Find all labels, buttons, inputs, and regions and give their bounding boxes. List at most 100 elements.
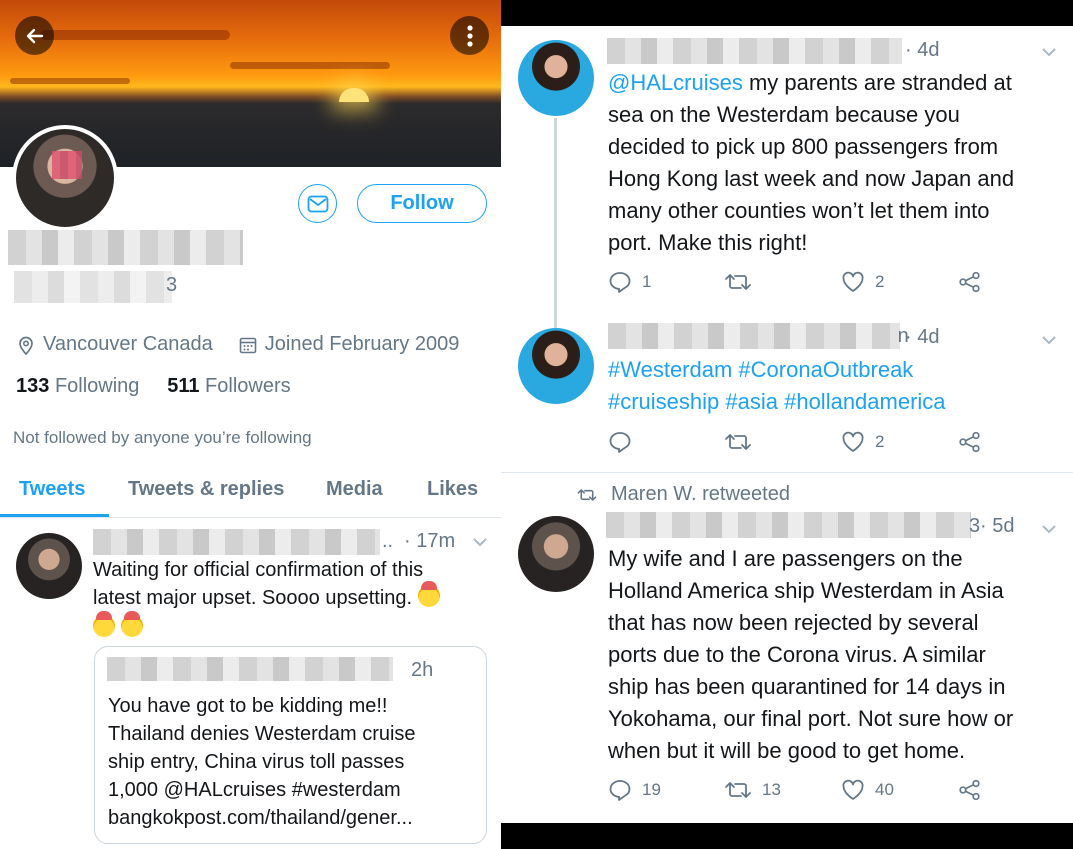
share-button[interactable] xyxy=(958,271,982,293)
chevron-down-icon[interactable] xyxy=(472,536,488,548)
handle-tail: 3 xyxy=(166,274,178,296)
tweet-author-redacted xyxy=(93,529,380,555)
tweet-line: latest major upset. Soooo upsetting. xyxy=(93,587,413,609)
calendar-icon xyxy=(239,337,257,353)
tweet-line: when but it will be good to get home. xyxy=(608,738,966,763)
follow-button[interactable]: Follow xyxy=(357,184,487,223)
share-button[interactable] xyxy=(958,431,982,453)
more-options-button[interactable] xyxy=(450,16,489,55)
tab-likes[interactable]: Likes xyxy=(427,478,478,501)
chevron-down-icon[interactable] xyxy=(1041,334,1057,346)
back-arrow-icon xyxy=(26,28,43,43)
share-button[interactable] xyxy=(958,779,982,801)
joined-text: Joined February 2009 xyxy=(264,333,460,355)
retweet-button[interactable] xyxy=(724,431,762,453)
exploding-head-emoji xyxy=(120,611,143,637)
retweet-header: Maren W. retweeted xyxy=(577,483,790,506)
mention-link[interactable]: @HALcruises xyxy=(608,70,743,95)
tweet-line: my parents are stranded at xyxy=(742,70,1012,95)
location-text: Vancouver Canada xyxy=(43,333,213,355)
tweet-author-redacted xyxy=(606,512,971,538)
reply-button[interactable]: 19 xyxy=(608,779,661,801)
reply-icon xyxy=(609,780,631,801)
share-icon xyxy=(959,271,980,293)
like-count: 40 xyxy=(875,780,894,799)
profile-tabs: Tweets Tweets & replies Media Likes xyxy=(0,470,501,518)
tweet-actions: 2 xyxy=(608,431,988,459)
thread-panel: · 4d @HALcruises my parents are stranded… xyxy=(501,26,1073,823)
tweet-divider xyxy=(501,472,1073,473)
tweet-line: that has now been rejected by several xyxy=(608,610,979,635)
mail-icon xyxy=(307,195,328,212)
quoted-line: 1,000 @HALcruises #westerdam xyxy=(108,779,401,801)
tweet-time: · 4d xyxy=(905,326,940,348)
hashtag-line[interactable]: #cruiseship #asia #hollandamerica xyxy=(608,386,1068,418)
tweet-text: @HALcruises my parents are stranded at s… xyxy=(608,67,1068,259)
retweet-icon xyxy=(577,488,597,501)
chevron-down-icon[interactable] xyxy=(1041,46,1057,58)
tweet-avatar[interactable] xyxy=(16,533,82,599)
back-button[interactable] xyxy=(15,16,54,55)
reply-icon xyxy=(609,272,631,293)
followers-link[interactable]: 511 Followers xyxy=(167,375,290,397)
tweet-avatar[interactable] xyxy=(518,328,594,404)
active-tab-indicator xyxy=(0,514,109,517)
tweet-text: Waiting for official confirmation of thi… xyxy=(93,556,488,642)
hashtags-text[interactable]: #Westerdam #CoronaOutbreak #cruiseship #… xyxy=(608,354,1068,418)
tweet-line: My wife and I are passengers on the xyxy=(608,546,963,571)
following-link[interactable]: 133 Following xyxy=(16,375,139,397)
like-button[interactable]: 2 xyxy=(841,431,884,453)
like-count: 2 xyxy=(875,272,885,291)
retweet-button[interactable] xyxy=(724,271,762,293)
like-count: 2 xyxy=(875,432,885,451)
retweet-icon xyxy=(725,274,751,290)
tweet-time: · 17m xyxy=(404,530,456,552)
thread-connector xyxy=(554,118,557,348)
tweet-name-tail: 3 xyxy=(969,515,981,537)
not-followed-notice: Not followed by anyone you’re following xyxy=(13,428,312,447)
quoted-line: Thailand denies Westerdam cruise xyxy=(108,723,416,745)
like-button[interactable]: 2 xyxy=(841,271,884,293)
retweet-button[interactable]: 13 xyxy=(724,779,781,801)
reply-button[interactable]: 1 xyxy=(608,271,651,293)
tab-tweets[interactable]: Tweets xyxy=(19,478,85,501)
tweet-line: sea on the Westerdam because you xyxy=(608,102,960,127)
retweeted-by[interactable]: Maren W. retweeted xyxy=(611,483,790,506)
tweet-line: Hong Kong last week and now Japan and xyxy=(608,166,1015,191)
heart-icon xyxy=(842,271,864,292)
hashtag-line[interactable]: #Westerdam #CoronaOutbreak xyxy=(608,354,1068,386)
like-button[interactable]: 40 xyxy=(841,779,894,801)
tab-media[interactable]: Media xyxy=(326,478,383,501)
reply-icon xyxy=(609,432,631,453)
tweet-line: ports due to the Corona virus. A similar xyxy=(608,642,986,667)
tab-tweets-replies[interactable]: Tweets & replies xyxy=(128,478,284,501)
handle-redacted xyxy=(14,271,172,303)
quoted-line: You have got to be kidding me!! xyxy=(108,695,388,717)
reply-button[interactable] xyxy=(608,431,642,453)
heart-icon xyxy=(842,779,864,800)
heart-icon xyxy=(842,431,864,452)
more-vertical-icon xyxy=(466,24,473,47)
profile-avatar[interactable] xyxy=(12,125,118,231)
tweet-actions: 1 2 xyxy=(608,271,988,299)
quoted-tweet[interactable]: 2h You have got to be kidding me!! Thail… xyxy=(94,646,487,844)
tweet-text: My wife and I are passengers on the Holl… xyxy=(608,543,1068,767)
quoted-line: ship entry, China virus toll passes xyxy=(108,751,405,773)
tweet-avatar[interactable] xyxy=(518,516,594,592)
follow-counts: 133 Following 511 Followers xyxy=(16,375,291,398)
reply-count: 1 xyxy=(642,272,652,291)
following-label: Following xyxy=(54,375,140,397)
tweet-line: ship has been quarantined for 14 days in xyxy=(608,674,1006,699)
chevron-down-icon[interactable] xyxy=(1041,523,1057,535)
tweet-line: port. Make this right! xyxy=(608,230,808,255)
followers-count: 511 xyxy=(167,375,200,397)
tweet-line: Yokohama, our final port. Not sure how o… xyxy=(608,706,1014,731)
tweet-time: · 4d xyxy=(905,39,940,61)
tweet-line: Holland America ship Westerdam in Asia xyxy=(608,578,1004,603)
tweet-author-redacted xyxy=(607,38,902,64)
tweet-avatar[interactable] xyxy=(518,40,594,116)
exploding-head-emoji xyxy=(93,611,115,637)
quoted-author-redacted xyxy=(107,657,393,681)
share-icon xyxy=(959,431,980,453)
message-button[interactable] xyxy=(298,184,337,223)
